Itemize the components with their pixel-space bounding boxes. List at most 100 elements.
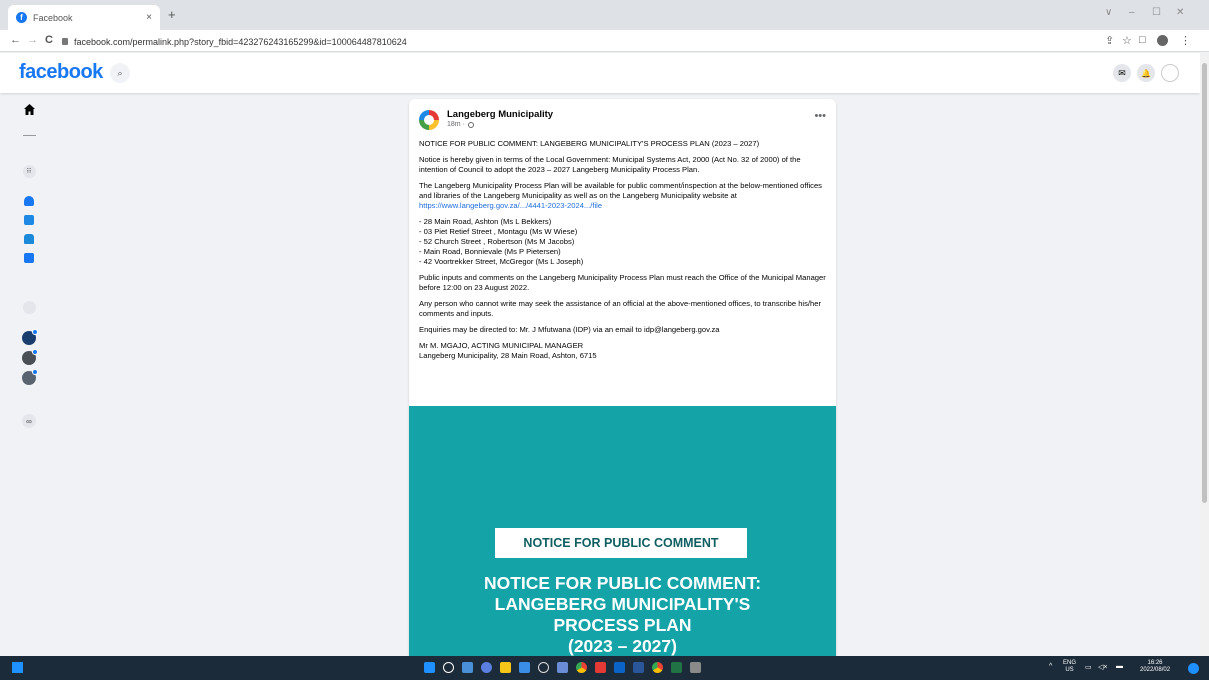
search-icon: ⌕ (117, 67, 123, 78)
menu-grid-icon[interactable]: ⁝⁝ (22, 164, 36, 178)
notifications-button[interactable]: 🔔 (1137, 64, 1155, 82)
new-tab-button[interactable]: + (168, 7, 176, 22)
image-headline-line: LANGEBERG MUNICIPALITY'S (494, 594, 751, 614)
post-text: NOTICE FOR PUBLIC COMMENT: LANGEBERG MUN… (419, 139, 829, 367)
browser-tab-facebook[interactable]: f Facebook × (8, 5, 160, 30)
minimize-button[interactable]: – (1129, 7, 1135, 18)
language-bottom: US (1065, 667, 1074, 673)
tray-chevron-icon[interactable]: ^ (1049, 663, 1052, 670)
excel-icon[interactable] (671, 662, 682, 673)
post-paragraph-5: Enquiries may be directed to: Mr. J Mfut… (419, 325, 720, 334)
chrome-icon[interactable] (576, 662, 587, 673)
post-paragraph-3: Public inputs and comments on the Langeb… (419, 273, 826, 292)
groups-icon[interactable] (22, 300, 36, 314)
list-item: - 42 Voortrekker Street, McGregor (Ms L … (419, 257, 584, 266)
back-button[interactable]: ← (10, 34, 21, 46)
post-meta: 18m · (447, 121, 474, 128)
image-headline: NOTICE FOR PUBLIC COMMENT: LANGEBERG MUN… (409, 573, 836, 656)
notification-center-icon[interactable] (1188, 663, 1199, 674)
share-icon[interactable]: ⇪ (1105, 34, 1114, 47)
facebook-header: facebook ⌕ ✉ 🔔 (0, 53, 1200, 93)
chat-icon[interactable] (481, 662, 492, 673)
post-options-button[interactable]: ••• (814, 110, 826, 122)
website-link[interactable]: https://www.langeberg.gov.za/.../4441-20… (419, 201, 602, 210)
settings-taskbar-icon[interactable] (538, 662, 549, 673)
language-indicator[interactable]: ENG US (1063, 660, 1076, 674)
search-taskbar-icon[interactable] (443, 662, 454, 673)
url-text: facebook.com/permalink.php?story_fbid=42… (74, 36, 407, 47)
acrobat-icon[interactable] (595, 662, 606, 673)
list-item: - 03 Piet Retief Street , Montagu (Ms W … (419, 227, 578, 236)
page-avatar[interactable] (419, 110, 439, 130)
language-top: ENG (1063, 660, 1077, 666)
close-window-button[interactable]: ✕ (1176, 7, 1184, 18)
search-button[interactable]: ⌕ (110, 63, 130, 83)
friends-icon[interactable] (22, 194, 36, 208)
signature-address: Langeberg Municipality, 28 Main Road, As… (419, 351, 597, 360)
forward-button[interactable]: → (27, 34, 38, 46)
windows-taskbar: ^ ENG US ▭ ◁× ▬ 16:26 2022/08/02 (0, 656, 1209, 680)
battery-icon[interactable]: ▬ (1116, 663, 1123, 670)
globe-icon (467, 121, 474, 128)
profile-avatar-rail[interactable] (22, 130, 36, 144)
facebook-logo[interactable]: facebook (19, 61, 103, 84)
outlook-icon[interactable] (614, 662, 625, 673)
clock[interactable]: 16:26 2022/08/02 (1140, 660, 1170, 674)
account-avatar[interactable] (1161, 64, 1179, 82)
messenger-button[interactable]: ✉ (1113, 64, 1131, 82)
tab-title: Facebook (33, 12, 73, 23)
word-icon[interactable] (633, 662, 644, 673)
list-item: - 52 Church Street , Robertson (Ms M Jac… (419, 237, 575, 246)
home-icon[interactable] (22, 102, 36, 116)
start-button[interactable] (12, 662, 23, 673)
side-panel-icon[interactable]: □ (1139, 34, 1146, 46)
restore-button[interactable]: ☐ (1152, 7, 1161, 18)
watch-icon[interactable] (22, 213, 36, 227)
browser-tab-bar: f Facebook × + ∨ – ☐ ✕ (0, 0, 1209, 30)
windows-start-icon[interactable] (424, 662, 435, 673)
page-scrollbar[interactable] (1200, 53, 1209, 656)
image-banner-box: NOTICE FOR PUBLIC COMMENT (495, 528, 747, 558)
list-item: - 28 Main Road, Ashton (Ms L Bekkers) (419, 217, 552, 226)
image-headline-line: NOTICE FOR PUBLIC COMMENT: (483, 573, 762, 593)
task-view-icon[interactable] (462, 662, 473, 673)
list-item: - Main Road, Bonnievale (Ms P Pietersen) (419, 247, 561, 256)
page-name-link[interactable]: Langeberg Municipality (447, 109, 553, 120)
chrome-icon-2[interactable] (652, 662, 663, 673)
post-paragraph-2: The Langeberg Municipality Process Plan … (419, 181, 822, 210)
bell-icon: 🔔 (1141, 68, 1151, 78)
post-title-line: NOTICE FOR PUBLIC COMMENT: LANGEBERG MUN… (419, 139, 760, 148)
post-card: Langeberg Municipality 18m · ••• NOTICE … (409, 99, 836, 656)
bookmark-star-icon[interactable]: ☆ (1122, 34, 1132, 47)
file-explorer-icon[interactable] (500, 662, 511, 673)
post-time[interactable]: 18m (447, 121, 461, 128)
reload-button[interactable]: C (45, 34, 53, 46)
post-image[interactable]: NOTICE FOR PUBLIC COMMENT NOTICE FOR PUB… (409, 406, 836, 656)
app-taskbar-icon[interactable] (557, 662, 568, 673)
link-icon[interactable]: ∞ (22, 414, 36, 428)
signature: Mr M. MGAJO, ACTING MUNICIPAL MANAGER La… (419, 341, 829, 361)
group-shortcut-2[interactable] (22, 349, 38, 365)
post-paragraph-1: Notice is hereby given in terms of the L… (419, 155, 801, 174)
post-header: Langeberg Municipality 18m · ••• (419, 108, 826, 132)
marketplace-icon[interactable] (22, 232, 36, 246)
signature-name: Mr M. MGAJO, ACTING MUNICIPAL MANAGER (419, 341, 584, 350)
facebook-favicon-icon: f (16, 12, 27, 23)
url-field[interactable]: facebook.com/permalink.php?story_fbid=42… (62, 34, 407, 49)
group-shortcut-1[interactable] (22, 329, 38, 345)
group-shortcut-3[interactable] (22, 369, 38, 385)
messenger-icon: ✉ (1118, 67, 1126, 78)
office-list: - 28 Main Road, Ashton (Ms L Bekkers) - … (419, 217, 829, 267)
volume-icon[interactable]: ◁× (1098, 663, 1107, 671)
tab-search-icon[interactable]: ∨ (1105, 7, 1112, 18)
calculator-icon[interactable] (690, 662, 701, 673)
store-icon[interactable] (519, 662, 530, 673)
feeds-icon[interactable] (22, 251, 36, 265)
scrollbar-thumb[interactable] (1202, 63, 1207, 503)
tab-close-icon[interactable]: × (146, 12, 152, 23)
address-bar: ← → C facebook.com/permalink.php?story_f… (0, 30, 1209, 52)
profile-avatar-icon[interactable] (1157, 35, 1168, 46)
image-headline-line: (2023 – 2027) (568, 636, 677, 656)
browser-menu-icon[interactable]: ⋮ (1180, 34, 1191, 47)
network-icon[interactable]: ▭ (1085, 663, 1092, 671)
